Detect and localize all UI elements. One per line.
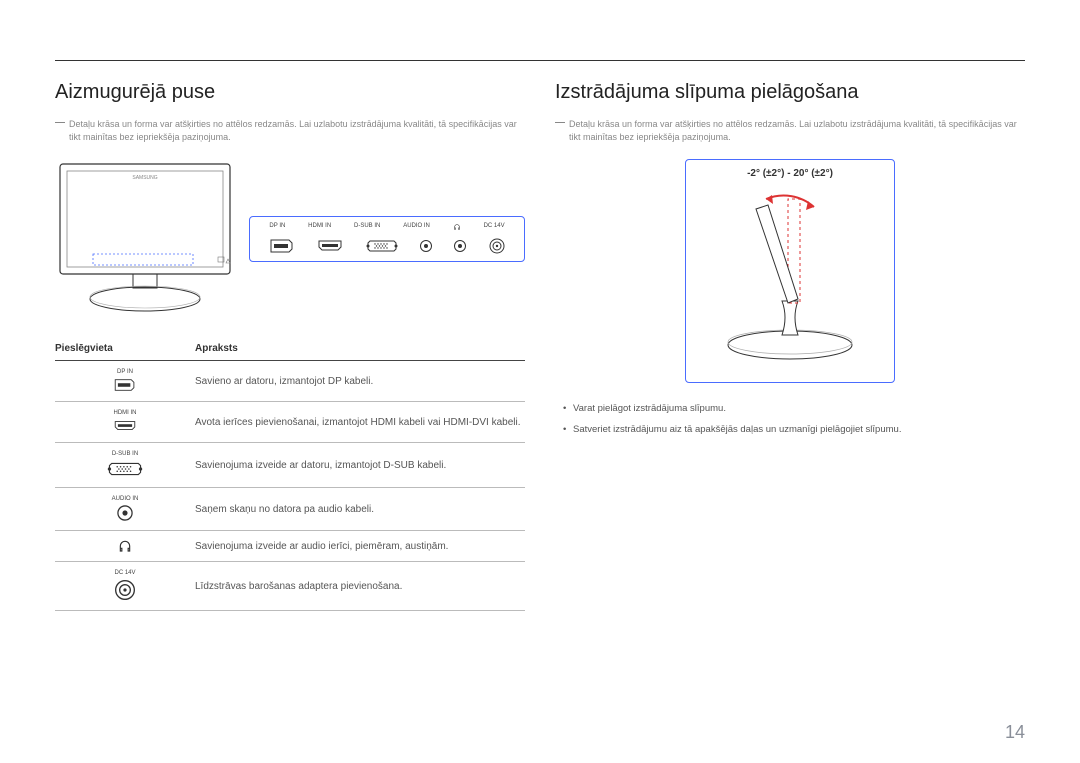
audio-jack-icon	[419, 239, 433, 253]
th-port: Pieslēgvieta	[55, 337, 195, 361]
table-row: HDMI IN Avota ierīces pievienošanai, izm…	[55, 402, 525, 443]
dsub-port-icon	[106, 459, 144, 479]
dp-port-icon	[111, 377, 139, 393]
port-label-audio: AUDIO IN	[403, 223, 430, 233]
page-number: 14	[1005, 722, 1025, 743]
tilt-bullets: Varat pielāgot izstrādājuma slīpumu. Sat…	[555, 401, 1025, 437]
svg-text:SAMSUNG: SAMSUNG	[132, 175, 157, 181]
tilt-diagram-icon	[696, 185, 884, 365]
headphone-icon	[118, 539, 132, 553]
row-port-label: D-SUB IN	[112, 451, 138, 457]
dc-jack-icon	[488, 237, 506, 255]
row-desc: Savienojuma izveide ar datoru, izmantojo…	[195, 443, 525, 488]
row-desc: Saņem skaņu no datora pa audio kabeli.	[195, 488, 525, 531]
table-row: DC 14V Līdzstrāvas barošanas adaptera pi…	[55, 562, 525, 611]
row-port-label: HDMI IN	[114, 410, 137, 416]
dc-jack-icon	[113, 578, 137, 602]
rear-illustration-row: SAMSUNG DP IN HDMI IN D-SU	[55, 159, 525, 319]
row-port-label: AUDIO IN	[112, 496, 139, 502]
table-row: Savienojuma izveide ar audio ierīci, pie…	[55, 531, 525, 562]
headphone-jack-icon	[453, 239, 467, 253]
tilt-diagram-box: -2° (±2°) - 20° (±2°)	[685, 159, 895, 383]
row-port-label: DC 14V	[114, 570, 135, 576]
port-label-dc: DC 14V	[484, 223, 505, 233]
row-desc: Avota ierīces pievienošanai, izmantojot …	[195, 402, 525, 443]
monitor-rear-icon: SAMSUNG	[55, 159, 235, 319]
row-port-label: DP IN	[117, 369, 133, 375]
table-row: AUDIO IN Saņem skaņu no datora pa audio …	[55, 488, 525, 531]
port-label-hdmi: HDMI IN	[308, 223, 331, 233]
dsub-port-icon	[365, 237, 399, 255]
ports-table: Pieslēgvieta Apraksts DP IN Savieno ar d…	[55, 337, 525, 611]
dp-port-icon	[268, 237, 296, 255]
left-column: Aizmugurējā puse Detaļu krāsa un forma v…	[55, 81, 525, 611]
bullet-item: Satveriet izstrādājumu aiz tā apakšējās …	[563, 422, 1025, 437]
hdmi-port-icon	[111, 418, 139, 434]
table-row: DP IN Savieno ar datoru, izmantojot DP k…	[55, 361, 525, 402]
port-label-headphone	[453, 223, 461, 233]
row-desc: Līdzstrāvas barošanas adaptera pievienoš…	[195, 562, 525, 611]
row-desc: Savienojuma izveide ar audio ierīci, pie…	[195, 531, 525, 562]
table-row: D-SUB IN Savienojuma izveide ar datoru, …	[55, 443, 525, 488]
row-desc: Savieno ar datoru, izmantojot DP kabeli.	[195, 361, 525, 402]
port-label-dp: DP IN	[269, 223, 285, 233]
tilt-range-label: -2° (±2°) - 20° (±2°)	[696, 168, 884, 179]
hdmi-port-icon	[316, 237, 344, 255]
audio-jack-icon	[116, 504, 134, 522]
port-label-dsub: D-SUB IN	[354, 223, 380, 233]
heading-back: Aizmugurējā puse	[55, 81, 525, 104]
right-column: Izstrādājuma slīpuma pielāgošana Detaļu …	[555, 81, 1025, 611]
note-tilt: Detaļu krāsa un forma var atšķirties no …	[555, 118, 1025, 143]
th-desc: Apraksts	[195, 337, 525, 361]
ports-panel-enlarged: DP IN HDMI IN D-SUB IN AUDIO IN DC 14V	[249, 216, 525, 262]
heading-tilt: Izstrādājuma slīpuma pielāgošana	[555, 81, 1025, 104]
bullet-item: Varat pielāgot izstrādājuma slīpumu.	[563, 401, 1025, 416]
note-back: Detaļu krāsa un forma var atšķirties no …	[55, 118, 525, 143]
